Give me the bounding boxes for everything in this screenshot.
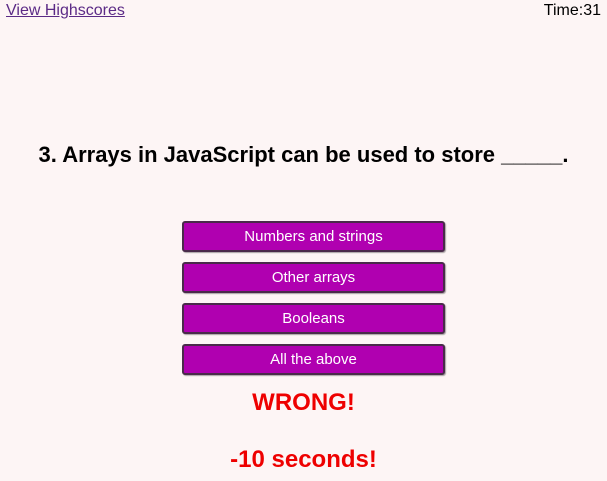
view-highscores-link[interactable]: View Highscores bbox=[6, 2, 125, 20]
answer-list: Numbers and strings Other arrays Boolean… bbox=[182, 221, 445, 385]
answer-button-other-arrays[interactable]: Other arrays bbox=[182, 262, 445, 293]
quiz-page: View Highscores Time:31 3. Arrays in Jav… bbox=[0, 0, 607, 481]
question-text: 3. Arrays in JavaScript can be used to s… bbox=[38, 142, 569, 167]
timer-display: Time:31 bbox=[543, 2, 601, 19]
answer-button-booleans[interactable]: Booleans bbox=[182, 303, 445, 334]
answer-button-all-the-above[interactable]: All the above bbox=[182, 344, 445, 375]
penalty-message: -10 seconds! bbox=[230, 446, 377, 473]
feedback-message: WRONG! bbox=[252, 389, 355, 416]
answer-button-numbers-and-strings[interactable]: Numbers and strings bbox=[182, 221, 445, 252]
